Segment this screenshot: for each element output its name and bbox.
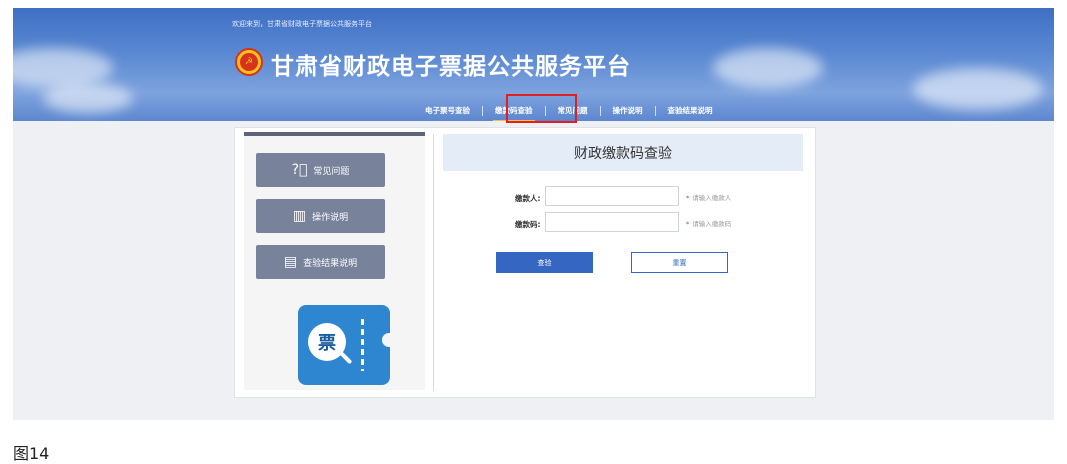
- sidebar-button-label: 常见问题: [313, 166, 350, 177]
- form-title: 财政缴款码查验: [574, 145, 672, 162]
- welcome-text: 欢迎来到，甘肃省财政电子票据公共服务平台: [232, 20, 372, 28]
- sidebar: ?⃝ 常见问题 ▥ 操作说明 ▤ 查验结果说明 票: [244, 132, 425, 390]
- sidebar-button-instructions[interactable]: ▥ 操作说明: [256, 199, 385, 233]
- question-circle-icon: ?⃝: [291, 162, 308, 178]
- figure-caption: 图14: [13, 444, 50, 463]
- reset-button[interactable]: 重置: [631, 252, 728, 273]
- nav-item-instructions[interactable]: 操作说明: [601, 105, 655, 116]
- sidebar-button-faq[interactable]: ?⃝ 常见问题: [256, 153, 385, 187]
- site-title: 甘肃省财政电子票据公共服务平台: [271, 54, 631, 80]
- required-mark: *: [686, 220, 690, 228]
- cloud-decoration: [13, 48, 113, 88]
- ticket-perforation: [361, 319, 364, 371]
- ticket-glyph: 票: [318, 333, 336, 354]
- payer-hint-text: 请输入缴款人: [692, 194, 732, 202]
- magnifier-handle: [339, 351, 353, 365]
- ticket-search-icon: 票: [298, 305, 396, 385]
- code-input[interactable]: [545, 212, 679, 232]
- chart-book-icon: ▥: [292, 208, 307, 224]
- nav-item-ticket-check[interactable]: 电子票号查验: [413, 105, 482, 116]
- party-emblem-icon: ☭: [235, 48, 263, 76]
- sidebar-top-bar: [244, 132, 425, 136]
- highlight-box: [506, 94, 577, 123]
- document-icon: ▤: [283, 254, 298, 270]
- ticket-notch: [382, 333, 396, 347]
- cloud-decoration: [43, 83, 133, 113]
- payer-hint: * 请输入缴款人: [686, 192, 731, 202]
- sidebar-button-label: 查验结果说明: [303, 258, 358, 269]
- column-divider: [433, 134, 434, 391]
- form-title-bar: 财政缴款码查验: [443, 134, 803, 171]
- main-card: ?⃝ 常见问题 ▥ 操作说明 ▤ 查验结果说明 票 财政缴款码查验 缴款人: *…: [234, 127, 816, 398]
- code-hint-text: 请输入缴款码: [692, 220, 732, 228]
- code-hint: * 请输入缴款码: [686, 218, 731, 228]
- cloud-decoration: [913, 68, 1043, 110]
- nav-item-result-explanation[interactable]: 查验结果说明: [656, 105, 725, 116]
- payer-input[interactable]: [545, 186, 679, 206]
- sidebar-button-result-explanation[interactable]: ▤ 查验结果说明: [256, 245, 385, 279]
- check-button[interactable]: 查验: [496, 252, 593, 273]
- cloud-decoration: [713, 48, 823, 88]
- code-label: 缴款码:: [515, 220, 541, 229]
- screenshot: 欢迎来到，甘肃省财政电子票据公共服务平台 ☭ 甘肃省财政电子票据公共服务平台 电…: [13, 0, 1054, 420]
- required-mark: *: [686, 194, 690, 202]
- browser-top-strip: [13, 0, 1054, 8]
- sidebar-button-label: 操作说明: [312, 212, 349, 223]
- payer-label: 缴款人:: [515, 194, 541, 203]
